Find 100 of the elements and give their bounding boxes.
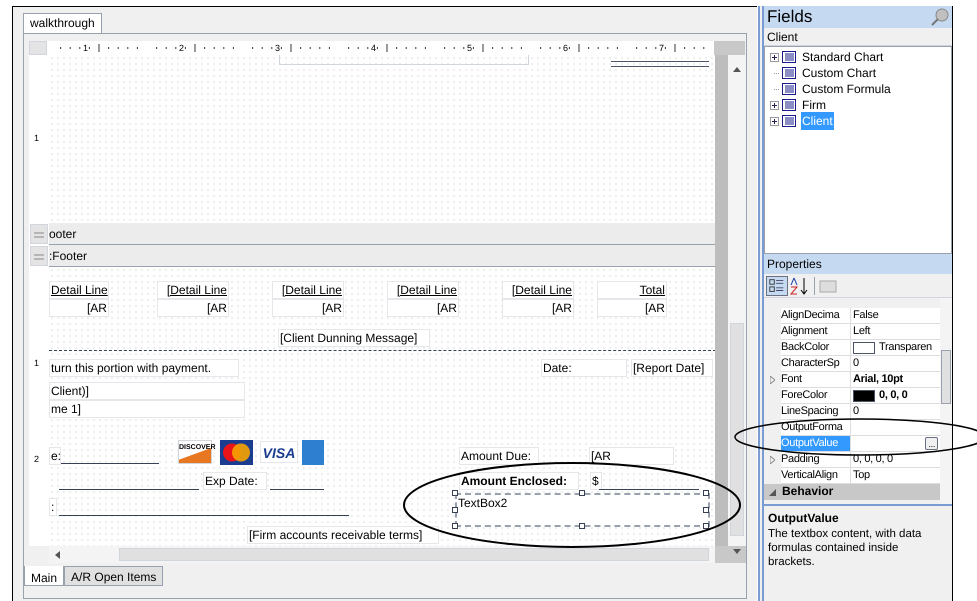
card-logo: VISA <box>260 441 298 463</box>
table-icon <box>782 115 796 127</box>
property-value[interactable]: 0 <box>853 356 859 371</box>
report-label: $ <box>590 472 602 490</box>
report-label: Amount Due: <box>458 447 539 465</box>
property-name[interactable]: ForeColor <box>781 388 851 404</box>
vertical-scrollbar[interactable] <box>940 298 952 504</box>
tree-item[interactable]: Firm <box>801 96 827 114</box>
property-name[interactable]: LineSpacing <box>781 404 851 420</box>
property-value-cell[interactable] <box>851 420 940 436</box>
ruler-label: 2 <box>34 454 40 464</box>
property-name[interactable]: Font <box>781 372 851 388</box>
expand-icon[interactable] <box>770 52 779 62</box>
report-label: [Detail Line <box>386 281 459 299</box>
resize-handle[interactable] <box>578 490 585 496</box>
report-label: Date: <box>540 359 627 377</box>
sheet-tab[interactable]: A/R Open Items <box>64 566 164 586</box>
resize-handle[interactable] <box>702 490 709 496</box>
report-label: [AR <box>502 299 574 317</box>
property-name[interactable]: VerticalAlign <box>781 468 851 484</box>
report-label: [AR <box>386 299 459 317</box>
scroll-left-icon[interactable] <box>55 551 60 559</box>
tree-item[interactable]: Custom Formula <box>801 80 892 98</box>
document-tab[interactable]: walkthrough <box>23 13 102 33</box>
ruler-label: 1 <box>34 358 40 368</box>
table-icon <box>782 83 796 95</box>
property-name[interactable]: Alignment <box>781 324 851 340</box>
table-icon <box>782 51 796 63</box>
property-name[interactable]: CharacterSp <box>781 356 851 372</box>
report-label: Amount Enclosed: <box>458 472 579 490</box>
property-name[interactable]: OutputForma <box>781 420 851 436</box>
report-label: [Detail Line <box>156 281 229 299</box>
panel-header: Properties <box>764 254 952 274</box>
resize-handle[interactable] <box>452 490 458 496</box>
property-value[interactable]: False <box>853 308 878 323</box>
collapse-icon[interactable] <box>769 488 776 496</box>
section-band: :Footer <box>48 245 716 267</box>
property-value-cell[interactable]: Top <box>851 468 940 484</box>
report-label: turn this portion with payment. <box>48 359 239 377</box>
report-label: [Firm accounts receivable terms] <box>246 526 439 544</box>
report-label: [Detail Line <box>502 281 574 299</box>
sort-alphabetical-icon[interactable] <box>790 276 810 296</box>
property-value-cell[interactable]: 0, 0, 0 <box>851 388 940 404</box>
description-title: OutputValue <box>768 510 840 527</box>
resize-handle[interactable] <box>452 507 458 513</box>
horizontal-scrollbar[interactable] <box>49 546 716 563</box>
property-value-cell[interactable]: Arial, 10pt <box>851 372 940 388</box>
scroll-down-icon[interactable] <box>733 549 742 554</box>
categorized-view-icon[interactable] <box>766 276 788 296</box>
ruler-corner <box>29 41 47 55</box>
sheet-tab[interactable]: Main <box>24 566 64 586</box>
property-name[interactable]: Padding <box>781 452 851 468</box>
report-label: me 1] <box>48 400 245 418</box>
report-label: e: <box>48 447 61 465</box>
property-value-cell[interactable]: Left <box>851 324 940 340</box>
property-value-cell[interactable]: Transparen <box>851 340 940 356</box>
property-value[interactable]: Left <box>853 324 870 339</box>
report-label: Client)] <box>48 382 245 400</box>
report-label: Detail Line <box>48 281 109 299</box>
grip-icon[interactable] <box>34 254 44 260</box>
property-name[interactable]: BackColor <box>781 340 851 356</box>
ruler-end <box>714 41 745 55</box>
property-value-cell[interactable]: 0 <box>851 356 940 372</box>
expand-icon[interactable] <box>770 116 779 126</box>
scroll-thumb[interactable] <box>730 323 744 536</box>
table-icon <box>782 67 796 79</box>
grip-icon[interactable] <box>34 232 44 238</box>
property-value[interactable]: 0, 0, 0 <box>879 388 908 403</box>
scroll-thumb[interactable] <box>941 350 952 404</box>
property-value[interactable]: 0 <box>853 404 859 419</box>
report-label: [AR <box>596 299 667 317</box>
property-value[interactable]: Arial, 10pt <box>853 372 903 387</box>
table-icon <box>782 99 796 111</box>
report-label: [Client Dunning Message] <box>278 329 430 347</box>
ellipsis-button[interactable]: ... <box>925 437 938 450</box>
report-label: Total <box>596 281 667 299</box>
expand-icon[interactable] <box>770 100 779 110</box>
property-value-cell[interactable]: 0 <box>851 404 940 420</box>
card-logo <box>302 440 324 465</box>
property-value[interactable]: Transparen <box>879 340 932 355</box>
panel-title: Fields <box>767 6 812 28</box>
property-value-cell[interactable]: ... <box>851 436 940 452</box>
description-text: The textbox content, with data formulas contained inside brackets. <box>768 527 922 569</box>
property-name[interactable]: AlignDecima <box>781 308 851 324</box>
fill-in-line <box>270 489 324 490</box>
report-label: Exp Date: <box>202 472 267 490</box>
tree-item[interactable]: Standard Chart <box>801 48 884 66</box>
report-label: [AR <box>156 299 229 317</box>
report-label: [AR <box>272 299 344 317</box>
property-value[interactable]: Top <box>853 468 870 483</box>
resize-handle[interactable] <box>452 523 458 529</box>
report-label: [AR <box>588 447 674 465</box>
report-label: [AR <box>48 299 109 317</box>
scroll-thumb[interactable] <box>119 548 709 561</box>
section-band: ooter <box>48 223 716 245</box>
scrollbar-corner <box>715 546 746 563</box>
report-label: [Report Date] <box>630 359 713 377</box>
property-value-cell[interactable]: False <box>851 308 940 324</box>
scroll-up-icon[interactable] <box>733 67 742 72</box>
tree-item[interactable]: Custom Chart <box>801 64 878 82</box>
